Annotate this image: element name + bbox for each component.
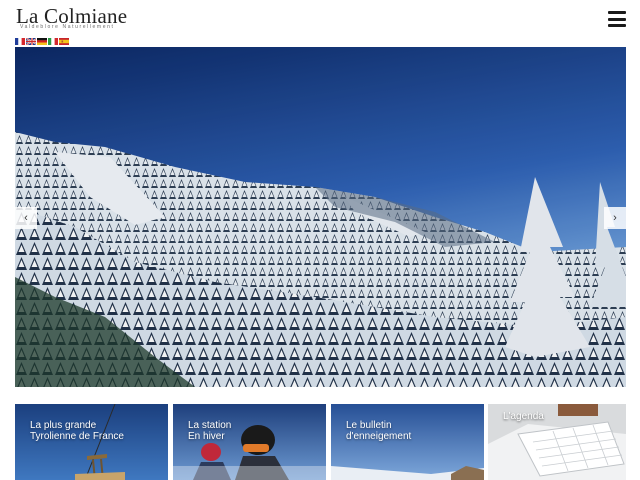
zipline-tower-photo: [15, 404, 168, 480]
germany-flag-icon[interactable]: [37, 38, 47, 45]
snowy-forest-mountain-photo: [15, 47, 626, 387]
skier-helmet-photo: [173, 404, 326, 480]
hero-slider: [15, 47, 626, 387]
card-snow-report[interactable]: Le bulletin d'enneigement: [331, 404, 484, 480]
card-winter-station[interactable]: La station En hiver: [173, 404, 326, 480]
feature-cards: La plus grande Tyrolienne de France La s…: [15, 404, 626, 480]
card-zipline[interactable]: La plus grande Tyrolienne de France: [15, 404, 168, 480]
site-tagline: Valdeblore Naturellement: [20, 24, 115, 30]
language-selector: [15, 38, 69, 46]
site-header: La Colmiane Valdeblore Naturellement: [0, 0, 640, 47]
card-agenda[interactable]: L'agenda: [488, 404, 626, 480]
card-label: La plus grande Tyrolienne de France: [30, 420, 124, 442]
card-label: La station En hiver: [188, 420, 232, 442]
snowy-slope-photo: [331, 404, 484, 480]
slider-next-button[interactable]: ›: [604, 207, 626, 229]
france-flag-icon[interactable]: [15, 38, 25, 45]
card-label: Le bulletin d'enneigement: [346, 420, 412, 442]
card-label: L'agenda: [503, 411, 544, 422]
uk-flag-icon[interactable]: [26, 38, 36, 45]
spain-flag-icon[interactable]: [59, 38, 69, 45]
hamburger-menu-icon[interactable]: [608, 11, 626, 27]
italy-flag-icon[interactable]: [48, 38, 58, 45]
slider-prev-button[interactable]: ‹: [15, 207, 37, 229]
